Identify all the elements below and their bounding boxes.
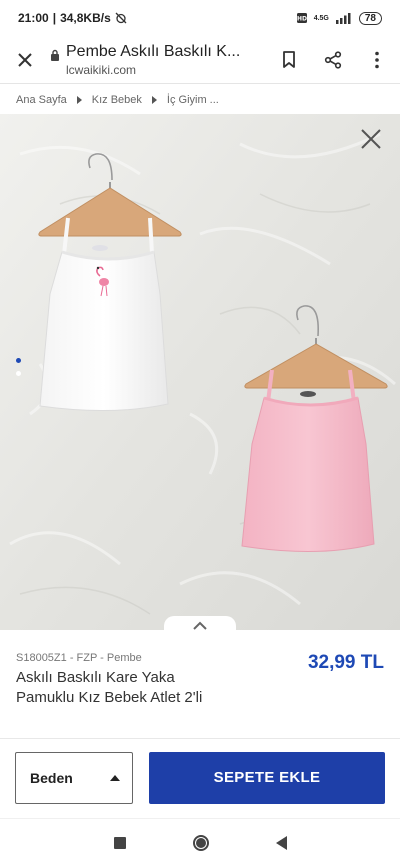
- signal-icon: [335, 12, 353, 24]
- share-icon[interactable]: [318, 45, 348, 75]
- add-to-cart-button[interactable]: SEPETE EKLE: [149, 751, 385, 804]
- product-info: S18005Z1 - FZP - Pembe Askılı Baskılı Ka…: [0, 638, 400, 738]
- url-block[interactable]: Pembe Askılı Baskılı K... lcwaikiki.com: [50, 43, 264, 77]
- alarm-off-icon: [115, 12, 127, 24]
- status-time: 21:00: [18, 11, 49, 25]
- expand-details-tab[interactable]: [164, 616, 236, 638]
- close-gallery-icon[interactable]: [360, 128, 382, 155]
- status-bar: 21:00 | 34,8KB/s HD 4.5G 78: [0, 0, 400, 36]
- bookmark-icon[interactable]: [274, 45, 304, 75]
- status-left: 21:00 | 34,8KB/s: [18, 11, 127, 25]
- breadcrumb-home[interactable]: Ana Sayfa: [16, 94, 67, 106]
- toolbar-actions: [274, 45, 392, 75]
- page-domain: lcwaikiki.com: [66, 62, 137, 77]
- home-icon[interactable]: [192, 834, 209, 851]
- status-speed: 34,8KB/s: [60, 11, 111, 25]
- recent-apps-icon[interactable]: [113, 836, 126, 849]
- status-right: HD 4.5G 78: [296, 11, 382, 25]
- page-title: Pembe Askılı Baskılı K...: [66, 42, 241, 60]
- lock-icon: [50, 48, 60, 66]
- close-tab-icon[interactable]: [10, 45, 40, 75]
- system-nav-bar: [0, 818, 400, 866]
- breadcrumb-subcategory[interactable]: İç Giyim ...: [167, 94, 219, 106]
- product-image-gallery[interactable]: [0, 114, 400, 630]
- gallery-dot-active[interactable]: [16, 358, 21, 363]
- caret-up-icon: [110, 774, 120, 781]
- product-photo: [0, 114, 400, 630]
- browser-toolbar: Pembe Askılı Baskılı K... lcwaikiki.com: [0, 36, 400, 84]
- svg-text:HD: HD: [297, 16, 307, 23]
- network-type: 4.5G: [313, 14, 329, 22]
- size-select-label: Beden: [30, 769, 73, 786]
- url-texts: Pembe Askılı Baskılı K... lcwaikiki.com: [66, 43, 240, 77]
- chevron-right-icon: [151, 96, 157, 104]
- purchase-bar: Beden SEPETE EKLE: [0, 738, 400, 816]
- breadcrumb-category[interactable]: Kız Bebek: [92, 94, 142, 106]
- back-icon[interactable]: [275, 835, 287, 850]
- size-select[interactable]: Beden: [15, 751, 133, 804]
- chevron-right-icon: [76, 96, 82, 104]
- gallery-pagination: [16, 358, 21, 376]
- volte-icon: HD: [296, 12, 308, 24]
- battery-indicator: 78: [358, 11, 382, 25]
- product-name: Askılı Baskılı Kare Yaka Pamuklu Kız Beb…: [16, 669, 203, 706]
- product-price: 32,99 TL: [307, 652, 384, 673]
- breadcrumb: Ana Sayfa Kız Bebek İç Giyim ...: [0, 86, 400, 114]
- gallery-dot[interactable]: [16, 371, 21, 376]
- more-options-icon[interactable]: [362, 45, 392, 75]
- chevron-up-icon: [192, 618, 208, 636]
